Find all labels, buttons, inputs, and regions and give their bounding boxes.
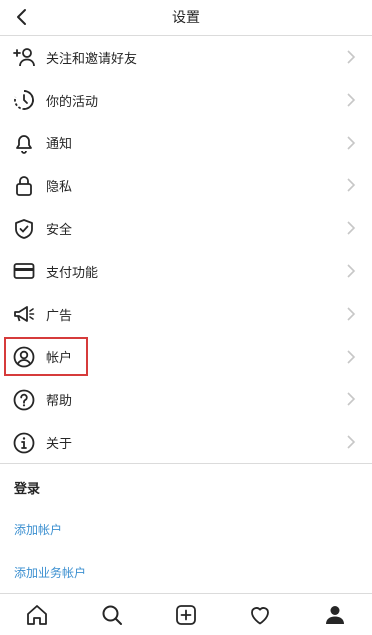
activity-clock-icon [12, 88, 36, 112]
login-section-title: 登录 [14, 482, 41, 497]
megaphone-icon [12, 302, 36, 326]
question-circle-icon [12, 388, 36, 412]
tab-search[interactable] [97, 600, 127, 630]
menu-item-label: 关注和邀请好友 [46, 51, 138, 67]
add-account-link[interactable]: 添加帐户 [14, 521, 62, 538]
menu-item-payments[interactable]: 支付功能 [0, 250, 372, 293]
page-title: 设置 [172, 10, 200, 26]
profile-icon [325, 605, 344, 624]
tab-new-post[interactable] [171, 600, 201, 630]
search-icon [102, 605, 122, 625]
section-divider [0, 463, 372, 464]
menu-item-label: 关于 [46, 437, 73, 453]
menu-item-notifications[interactable]: 通知 [0, 122, 372, 165]
menu-item-label: 通知 [46, 137, 73, 153]
menu-item-about[interactable]: 关于 [0, 421, 372, 464]
menu-item-label: 支付功能 [46, 265, 99, 281]
add-person-icon [12, 45, 36, 69]
chevron-right-icon [347, 350, 356, 364]
shield-check-icon [12, 217, 36, 241]
chevron-right-icon [347, 178, 356, 192]
menu-item-label: 你的活动 [46, 94, 99, 110]
bottom-tab-bar [0, 593, 372, 635]
info-circle-icon [12, 431, 36, 455]
menu-item-follow-invite[interactable]: 关注和邀请好友 [0, 36, 372, 79]
add-business-account-link[interactable]: 添加业务帐户 [14, 564, 86, 581]
menu-item-help[interactable]: 帮助 [0, 378, 372, 421]
user-circle-icon [12, 345, 36, 369]
chevron-right-icon [347, 136, 356, 150]
menu-item-label: 帐户 [46, 351, 73, 367]
heart-icon [251, 606, 270, 624]
tab-profile[interactable] [320, 600, 350, 630]
chevron-right-icon [347, 392, 356, 406]
tab-home[interactable] [22, 600, 52, 630]
lock-icon [12, 174, 36, 198]
menu-item-account[interactable]: 帐户 [0, 336, 372, 379]
tab-activity[interactable] [245, 600, 275, 630]
menu-item-activity[interactable]: 你的活动 [0, 79, 372, 122]
chevron-right-icon [347, 435, 356, 449]
menu-item-label: 安全 [46, 223, 73, 239]
menu-item-label: 广告 [46, 308, 73, 324]
chevron-right-icon [347, 264, 356, 278]
menu-item-label: 帮助 [46, 394, 73, 410]
menu-item-privacy[interactable]: 隐私 [0, 164, 372, 207]
chevron-right-icon [347, 50, 356, 64]
bell-icon [12, 131, 36, 155]
menu-item-security[interactable]: 安全 [0, 207, 372, 250]
home-icon [27, 604, 48, 625]
menu-item-ads[interactable]: 广告 [0, 293, 372, 336]
new-post-icon [176, 604, 196, 625]
header: 设置 [0, 0, 372, 36]
settings-menu: 关注和邀请好友 你的活动 通知 隐私 安全 支付功能 广告 帐户 帮助 关于 [0, 36, 372, 464]
credit-card-icon [12, 259, 36, 283]
chevron-right-icon [347, 307, 356, 321]
chevron-right-icon [347, 93, 356, 107]
chevron-right-icon [347, 221, 356, 235]
menu-item-label: 隐私 [46, 180, 73, 196]
